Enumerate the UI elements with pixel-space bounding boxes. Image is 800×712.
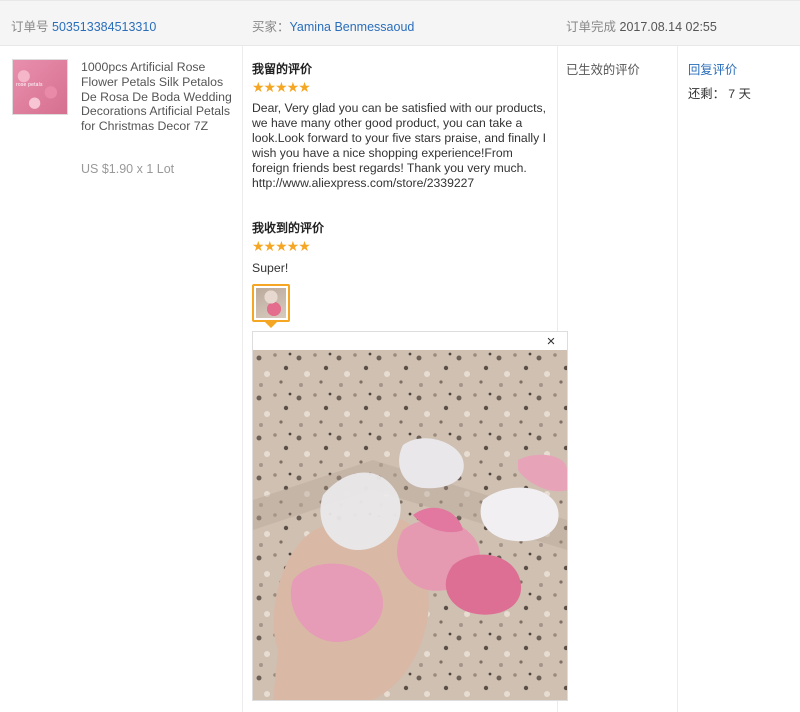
received-review-stars: ★★★★★ [252, 238, 311, 254]
review-photo-large [253, 350, 567, 700]
product-title-link[interactable]: 1000pcs Artificial Rose Flower Petals Si… [81, 60, 241, 134]
buyer-label: 买家： [252, 20, 290, 34]
remaining-days: 还剩： 7 天 [688, 87, 751, 101]
review-photo-thumbnail[interactable] [252, 284, 290, 322]
received-review-text: Super! [252, 261, 289, 275]
completion-time: 2017.08.14 02:55 [619, 20, 717, 34]
buyer-field: 买家：Yamina Benmessaoud [252, 16, 414, 35]
product-thumbnail[interactable]: rose petals [12, 59, 68, 115]
close-icon[interactable]: × [543, 333, 559, 351]
column-divider [242, 46, 243, 712]
column-divider [677, 46, 678, 712]
order-header: 订单号 503513384513310 买家：Yamina Benmessaou… [0, 0, 800, 46]
completion-label: 订单完成 [566, 20, 617, 34]
my-review-text: Dear, Very glad you can be satisfied wit… [252, 101, 547, 190]
review-photo-thumb-image [256, 288, 286, 318]
review-status: 已生效的评价 [566, 63, 640, 77]
received-review-label: 我收到的评价 [252, 221, 325, 235]
order-number-field: 订单号 503513384513310 [11, 16, 156, 35]
my-review-label: 我留的评价 [252, 62, 313, 76]
order-number-link[interactable]: 503513384513310 [52, 20, 156, 34]
selected-photo-caret [265, 322, 277, 328]
petals-in-hand-photo [253, 350, 567, 700]
buyer-name-link[interactable]: Yamina Benmessaoud [290, 20, 415, 34]
reply-review-link[interactable]: 回复评价 [688, 60, 737, 78]
my-review-stars: ★★★★★ [252, 79, 311, 95]
thumbnail-caption: rose petals [16, 82, 43, 88]
completion-field: 订单完成 2017.08.14 02:55 [566, 16, 717, 35]
product-price: US $1.90 x 1 Lot [81, 162, 175, 176]
order-number-label: 订单号 [11, 20, 49, 34]
